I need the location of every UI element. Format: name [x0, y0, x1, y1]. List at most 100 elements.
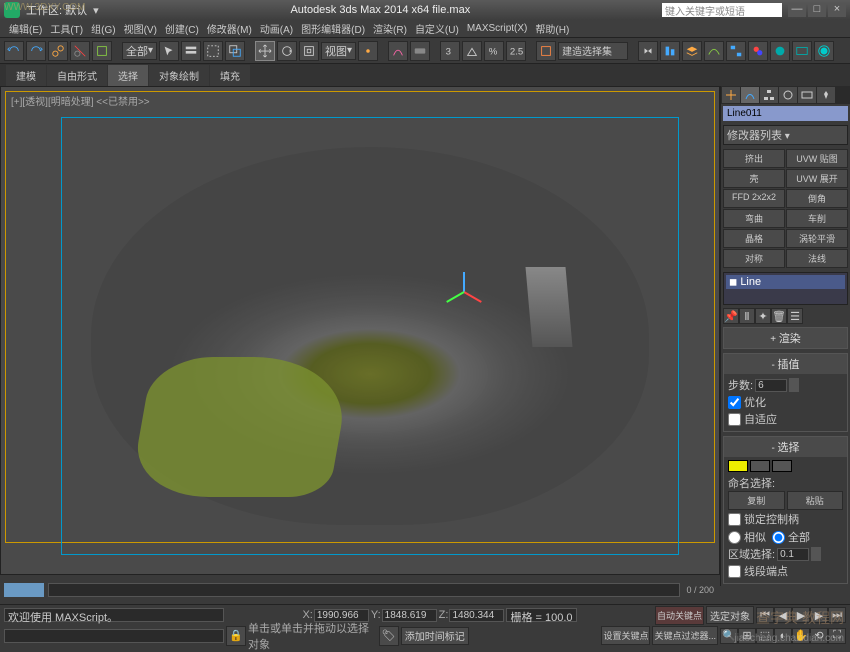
create-panel-tab-icon[interactable] [722, 87, 740, 103]
show-end-result-icon[interactable]: Ⅱ [739, 308, 755, 324]
menu-modifiers[interactable]: 修改器(M) [204, 20, 255, 37]
coord-y-input[interactable] [382, 609, 437, 622]
pivot-center-icon[interactable] [358, 41, 378, 61]
area-spinner[interactable] [811, 547, 821, 561]
select-object-icon[interactable] [159, 41, 179, 61]
orbit-icon[interactable]: ⟲ [810, 628, 828, 644]
utilities-panel-tab-icon[interactable] [817, 87, 835, 103]
viewport[interactable]: [+][透视][明暗处理] <<已禁用>> [0, 86, 720, 586]
mod-lattice[interactable]: 晶格 [723, 229, 785, 248]
keyboard-shortcut-icon[interactable] [410, 41, 430, 61]
mod-unwrap[interactable]: UVW 展开 [786, 169, 848, 188]
mod-ffd[interactable]: FFD 2x2x2 [723, 189, 785, 208]
keyfilters-button[interactable]: 关键点过滤器... [652, 626, 718, 645]
mod-symmetry[interactable]: 对称 [723, 249, 785, 268]
modify-panel-tab-icon[interactable] [741, 87, 759, 103]
goto-start-icon[interactable]: ⏮ [756, 607, 774, 623]
paste-selection-button[interactable]: 粘贴 [787, 491, 844, 510]
stack-item-line[interactable]: ◼ Line [726, 275, 845, 289]
schematic-view-icon[interactable] [726, 41, 746, 61]
timeline-track[interactable] [48, 583, 680, 597]
render-icon[interactable] [814, 41, 834, 61]
goto-end-icon[interactable]: ⏭ [828, 607, 846, 623]
lock-handles-checkbox[interactable] [728, 513, 741, 526]
time-tag-dropdown[interactable]: 添加时间标记 [401, 627, 469, 645]
link-icon[interactable] [48, 41, 68, 61]
configure-sets-icon[interactable]: ☰ [787, 308, 803, 324]
menu-create[interactable]: 创建(C) [162, 20, 202, 37]
spline-subobj-icon[interactable] [772, 460, 792, 472]
select-region-icon[interactable] [203, 41, 223, 61]
menu-rendering[interactable]: 渲染(R) [370, 20, 410, 37]
selection-filter-dropdown[interactable]: 全部 ▾ [122, 42, 157, 60]
mod-turbosmooth[interactable]: 涡轮平滑 [786, 229, 848, 248]
layer-manager-icon[interactable] [682, 41, 702, 61]
select-by-name-icon[interactable] [181, 41, 201, 61]
close-button[interactable]: × [828, 3, 846, 17]
menu-animation[interactable]: 动画(A) [257, 20, 296, 37]
zoom-all-icon[interactable]: ⊞ [738, 628, 756, 644]
select-move-icon[interactable] [255, 41, 275, 61]
time-tag-icon[interactable]: 🏷 [379, 626, 399, 646]
coord-z-input[interactable] [449, 609, 504, 622]
make-unique-icon[interactable]: ✦ [755, 308, 771, 324]
bind-icon[interactable] [92, 41, 112, 61]
copy-selection-button[interactable]: 复制 [728, 491, 785, 510]
named-selection-dropdown[interactable]: 建造选择集 [558, 42, 628, 60]
zoom-extents-icon[interactable]: ⬚ [756, 628, 774, 644]
gizmo-z-axis[interactable] [463, 272, 465, 292]
zoom-icon[interactable]: 🔍 [720, 628, 738, 644]
time-slider[interactable] [4, 583, 44, 597]
mod-lathe[interactable]: 车削 [786, 209, 848, 228]
menu-edit[interactable]: 编辑(E) [6, 20, 45, 37]
mod-shell[interactable]: 壳 [723, 169, 785, 188]
segment-end-checkbox[interactable] [728, 565, 741, 578]
setkey-button[interactable]: 设置关键点 [601, 626, 650, 645]
render-frame-icon[interactable] [792, 41, 812, 61]
all-radio[interactable] [772, 531, 785, 544]
similar-radio[interactable] [728, 531, 741, 544]
menu-group[interactable]: 组(G) [88, 20, 118, 37]
area-select-input[interactable] [777, 548, 809, 561]
redo-icon[interactable] [26, 41, 46, 61]
segment-subobj-icon[interactable] [750, 460, 770, 472]
maxscript-input[interactable] [4, 629, 224, 643]
workspace-dropdown[interactable]: 工作区: 默认 [26, 2, 87, 18]
align-icon[interactable] [660, 41, 680, 61]
ref-coord-dropdown[interactable]: 视图 ▾ [321, 42, 356, 60]
menu-views[interactable]: 视图(V) [121, 20, 160, 37]
modifier-stack[interactable]: ◼ Line [723, 272, 848, 305]
mod-normal[interactable]: 法线 [786, 249, 848, 268]
spinner-snap-icon[interactable]: 2.5 [506, 41, 526, 61]
minimize-button[interactable]: — [788, 3, 806, 17]
display-panel-tab-icon[interactable] [798, 87, 816, 103]
snap-toggle-icon[interactable]: 3 [440, 41, 460, 61]
named-selection-icon[interactable] [536, 41, 556, 61]
modifier-list-dropdown[interactable]: 修改器列表 ▾ [723, 125, 848, 145]
steps-input[interactable] [755, 379, 787, 392]
curve-editor-icon[interactable] [704, 41, 724, 61]
tab-selection[interactable]: 选择 [108, 65, 148, 86]
rollout-interpolation-header[interactable]: - 插值 [724, 354, 847, 374]
rollout-selection-header[interactable]: - 选择 [724, 437, 847, 457]
remove-modifier-icon[interactable]: 🗑 [771, 308, 787, 324]
autokey-button[interactable]: 自动关键点 [655, 606, 704, 625]
tab-object-paint[interactable]: 对象绘制 [149, 65, 209, 86]
tab-modeling[interactable]: 建模 [6, 65, 46, 86]
select-scale-icon[interactable] [299, 41, 319, 61]
render-setup-icon[interactable] [770, 41, 790, 61]
optimize-checkbox[interactable] [728, 396, 741, 409]
menu-tools[interactable]: 工具(T) [47, 20, 86, 37]
key-filter-dropdown[interactable]: 选定对象 [706, 606, 754, 624]
menu-help[interactable]: 帮助(H) [532, 20, 572, 37]
vertex-subobj-icon[interactable] [728, 460, 748, 472]
angle-snap-icon[interactable] [462, 41, 482, 61]
mod-extrude[interactable]: 挤出 [723, 149, 785, 168]
transform-gizmo[interactable] [449, 267, 479, 297]
steps-spinner[interactable] [789, 378, 799, 392]
fov-icon[interactable]: ◐ [774, 628, 792, 644]
play-icon[interactable]: ▶ [792, 607, 810, 623]
mirror-icon[interactable] [638, 41, 658, 61]
window-crossing-icon[interactable] [225, 41, 245, 61]
menu-customize[interactable]: 自定义(U) [412, 20, 462, 37]
